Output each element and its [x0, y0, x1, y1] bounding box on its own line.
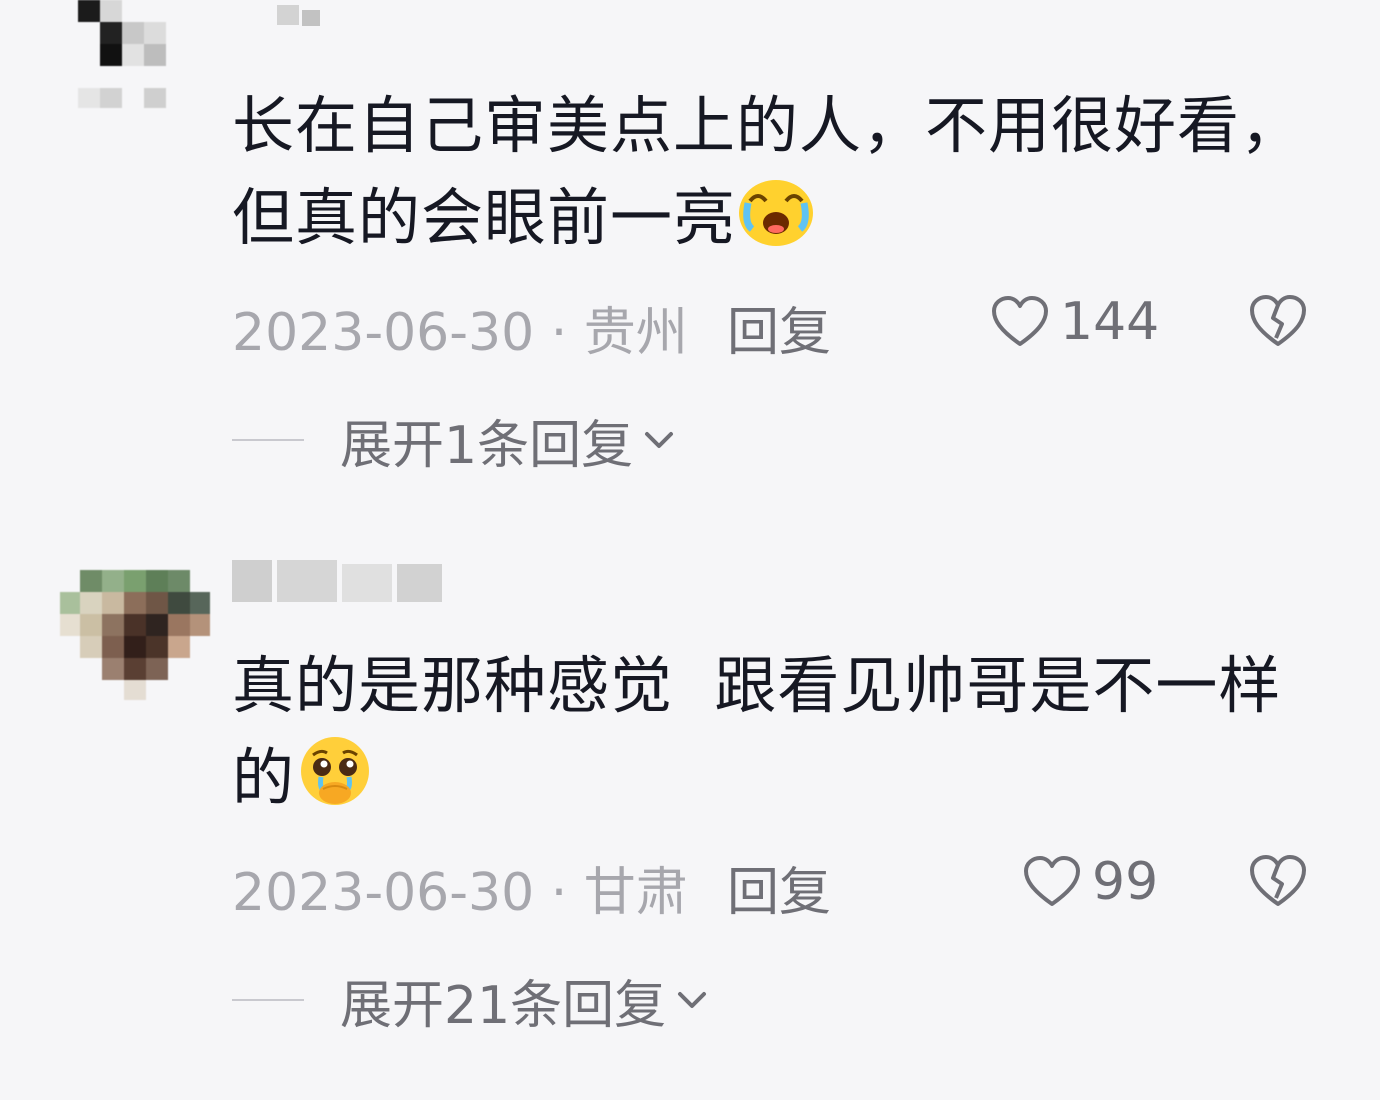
- expand-replies-label: 展开1条回复: [340, 415, 634, 476]
- heart-outline-icon: [992, 296, 1048, 346]
- dislike-button[interactable]: [1247, 292, 1309, 363]
- avatar[interactable]: [60, 0, 210, 110]
- reply-button[interactable]: 回复: [727, 290, 831, 365]
- comment-meta: 2023-06-30 · 贵州 回复 144: [232, 290, 1332, 363]
- comment-body: 真的是那种感觉 跟看见帅哥是不一样的: [232, 649, 1282, 814]
- username-blurred[interactable]: [232, 560, 452, 610]
- like-count: 99: [1092, 852, 1159, 912]
- broken-heart-icon: [1250, 855, 1306, 906]
- comment-date-location: 2023-06-30 · 贵州: [232, 303, 688, 363]
- divider-line: [232, 439, 304, 441]
- username-blurred[interactable]: [232, 0, 452, 40]
- comment-date-location: 2023-06-30 · 甘肃: [232, 863, 688, 923]
- expand-replies-label: 展开21条回复: [340, 975, 667, 1036]
- like-count: 144: [1060, 292, 1160, 352]
- dislike-button[interactable]: [1247, 852, 1309, 923]
- heart-outline-icon: [1024, 856, 1080, 906]
- reply-button[interactable]: 回复: [727, 850, 831, 925]
- avatar[interactable]: [60, 550, 210, 700]
- divider-line: [232, 999, 304, 1001]
- like-button[interactable]: 144: [990, 292, 1159, 352]
- laughing-crying-emoji-icon: [739, 180, 814, 246]
- comment-text: 长在自己审美点上的人，不用很好看，但真的会眼前一亮: [232, 80, 1342, 264]
- pleading-covering-mouth-emoji-icon: [301, 737, 370, 805]
- like-button[interactable]: 99: [1022, 852, 1158, 912]
- chevron-down-icon: [645, 432, 674, 448]
- chevron-down-icon: [678, 992, 707, 1008]
- comment-text: 真的是那种感觉 跟看见帅哥是不一样的: [232, 640, 1342, 824]
- comment-meta: 2023-06-30 · 甘肃 回复 99: [232, 850, 1332, 923]
- broken-heart-icon: [1250, 295, 1306, 346]
- expand-replies-button[interactable]: 展开21条回复: [232, 965, 932, 1036]
- expand-replies-button[interactable]: 展开1条回复: [232, 405, 932, 476]
